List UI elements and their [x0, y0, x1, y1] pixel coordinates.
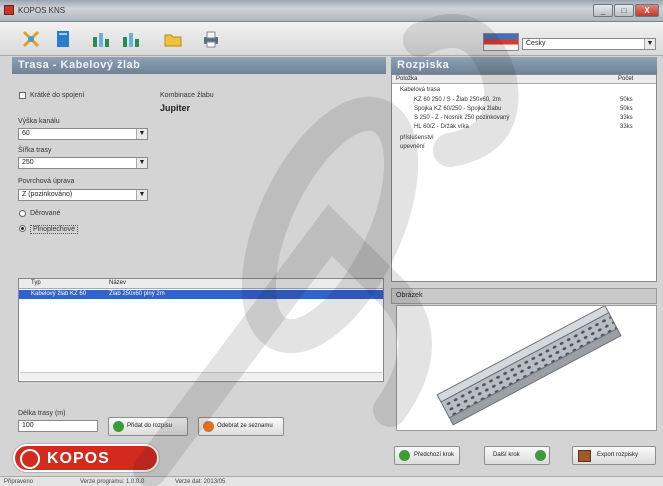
- export-button[interactable]: Export rozpisky: [572, 446, 656, 465]
- next-step-button[interactable]: Další krok: [484, 446, 550, 465]
- folder-icon[interactable]: [162, 28, 184, 50]
- box-icon: [578, 450, 591, 462]
- product-caption: Kombinace žlabu: [160, 92, 214, 99]
- surface-select[interactable]: Z (pozinkováno) ▼: [18, 189, 148, 201]
- chevron-down-icon: ▼: [136, 158, 147, 168]
- logo-mark-icon: [20, 449, 40, 469]
- table-header: Typ Název: [19, 279, 383, 289]
- tree-node[interactable]: příslušenství: [400, 135, 434, 141]
- flag-icon: [483, 33, 519, 51]
- kopos-logo: KOPOS: [13, 444, 159, 472]
- tree-node[interactable]: KZ 60 250 / S - Žlab 250x60, 2m: [414, 97, 501, 103]
- plus-icon: [113, 421, 124, 432]
- chevron-down-icon: ▼: [136, 190, 147, 200]
- tree-node[interactable]: S 250 - Z - Nosník 250 pozinkovaný: [414, 115, 509, 121]
- tree-header: Položka Počet: [392, 75, 656, 84]
- length-label: Délka trasy (m): [18, 410, 66, 417]
- length-input[interactable]: 100: [18, 420, 98, 432]
- minus-icon: [203, 421, 214, 432]
- back-arrow-icon: [399, 450, 410, 461]
- toolbar: Česky ▼: [0, 22, 663, 56]
- horizontal-scrollbar[interactable]: [20, 372, 382, 380]
- product-name: Jupiter: [160, 103, 191, 113]
- tree-qty: 50ks: [620, 106, 633, 112]
- previous-step-button[interactable]: Předchozí krok: [394, 446, 460, 465]
- bill-of-materials-tree[interactable]: Položka Počet Kabelová trasa KZ 60 250 /…: [391, 74, 657, 282]
- tree-node[interactable]: upevnění: [400, 144, 425, 150]
- remove-from-list-button[interactable]: Odebrat ze seznamu: [198, 417, 284, 436]
- chevron-down-icon: ▼: [644, 39, 655, 49]
- tree-node[interactable]: Kabelová trasa: [400, 87, 440, 93]
- tree-qty: 50ks: [620, 97, 633, 103]
- status-data-version: Verze dat: 2013/05: [175, 479, 226, 485]
- column-header[interactable]: Typ: [31, 280, 41, 286]
- new-icon[interactable]: [20, 28, 42, 50]
- book-icon[interactable]: [52, 28, 74, 50]
- checkbox-label: Krátké do spojení: [30, 92, 85, 99]
- add-to-list-button[interactable]: Přidat do rozpisu: [108, 417, 188, 436]
- title-bar: KOPOS KNS _ □ X: [0, 0, 663, 22]
- printer-icon[interactable]: [200, 28, 222, 50]
- tree-qty: 33ks: [620, 115, 633, 121]
- chevron-down-icon: ▼: [136, 129, 147, 139]
- krat-checkbox[interactable]: [19, 92, 26, 99]
- field-label: Výška kanálu: [18, 118, 60, 125]
- tree-node[interactable]: Spojka KZ 60/250 - Spojka žlabu: [414, 106, 501, 112]
- minimize-button[interactable]: _: [593, 4, 613, 17]
- bar-chart-icon[interactable]: [90, 28, 112, 50]
- table-row[interactable]: Kabelový žlab KZ 60 Žlab 250x60 plný 2m: [19, 290, 383, 299]
- status-text: Připraveno: [4, 479, 34, 485]
- height-select[interactable]: 60 ▼: [18, 128, 148, 140]
- image-panel-header: Obrázek: [391, 288, 657, 304]
- window-title: KOPOS KNS: [18, 6, 66, 15]
- close-button[interactable]: X: [635, 4, 659, 17]
- column-header[interactable]: Název: [109, 280, 126, 286]
- radio-solid[interactable]: [19, 225, 26, 232]
- tree-qty: 33ks: [620, 124, 633, 130]
- product-image: [396, 304, 657, 431]
- radio-label: Plnoplechové: [30, 225, 79, 234]
- maximize-button[interactable]: □: [614, 4, 634, 17]
- status-version: Verze programu: 1.0.0.0: [80, 479, 145, 485]
- field-label: Povrchová úprava: [18, 178, 75, 185]
- tree-node[interactable]: HL 60/Z - Držák víka: [414, 124, 469, 130]
- radio-label: Děrované: [30, 210, 61, 217]
- left-section-title: Trasa - Kabelový žlab: [12, 57, 386, 74]
- radio-perforated[interactable]: [19, 210, 26, 217]
- forward-arrow-icon: [535, 450, 546, 461]
- right-section-title: Rozpiska: [391, 57, 657, 74]
- width-select[interactable]: 250 ▼: [18, 157, 148, 169]
- field-label: Šířka trasy: [18, 147, 52, 154]
- language-select[interactable]: Česky ▼: [522, 38, 656, 50]
- status-bar: Připraveno Verze programu: 1.0.0.0 Verze…: [0, 476, 663, 486]
- app-icon: [4, 5, 14, 15]
- bar-chart-icon[interactable]: [120, 28, 142, 50]
- items-table[interactable]: Typ Název Kabelový žlab KZ 60 Žlab 250x6…: [18, 278, 384, 382]
